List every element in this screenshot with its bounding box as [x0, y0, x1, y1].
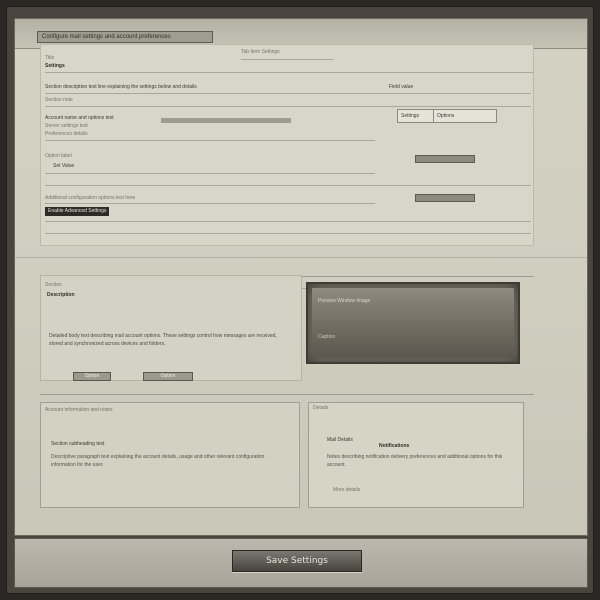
- panel-subtitle: Description: [47, 292, 75, 298]
- account-value-bar: [161, 118, 291, 123]
- settings-panel: Title Tab Item Settings Settings Section…: [40, 44, 534, 246]
- details-subtitle: Notifications: [379, 443, 410, 449]
- divider: [45, 173, 375, 174]
- options-field[interactable]: Options: [433, 109, 497, 123]
- divider: [15, 257, 587, 258]
- save-button[interactable]: Save Settings: [232, 550, 362, 572]
- section-note: Section note: [45, 97, 73, 103]
- option-toggle[interactable]: [415, 155, 475, 163]
- details-panel: Details Mail Details Notifications Notes…: [308, 402, 524, 508]
- account-info-subheading: Section subheading text: [51, 441, 105, 447]
- additional-config-label: Additional configuration options text he…: [45, 195, 136, 201]
- preview-caption: Caption: [318, 334, 336, 340]
- field-value-label: Field value: [389, 84, 414, 90]
- divider: [45, 221, 531, 222]
- preview-title: Preview Window Image: [318, 298, 371, 304]
- details-title: Mail Details: [327, 437, 353, 443]
- divider: [45, 140, 375, 141]
- section-title: Settings: [45, 63, 65, 69]
- set-value-text: Set Value: [53, 163, 75, 169]
- details-foot[interactable]: More details: [333, 487, 403, 493]
- option-label: Option label: [45, 153, 72, 159]
- divider: [45, 185, 531, 186]
- preview-image: Preview Window Image Caption: [312, 288, 514, 358]
- account-info-panel: Account information and notes Section su…: [40, 402, 300, 508]
- panel-header-small: Title: [45, 55, 55, 61]
- divider: [45, 106, 531, 107]
- details-body: Notes describing notification delivery p…: [327, 454, 503, 468]
- divider: [45, 203, 375, 204]
- panel-header-tabs[interactable]: Tab Item Settings: [241, 49, 361, 55]
- preferences-label: Preferences details: [45, 131, 88, 137]
- panel-title: Section: [45, 282, 62, 288]
- description-panel: Section Description Detailed body text d…: [40, 275, 302, 381]
- divider: [40, 394, 534, 395]
- divider: [45, 72, 533, 73]
- account-info-heading: Account information and notes: [45, 407, 113, 413]
- advanced-settings-button[interactable]: Enable Advanced Settings: [45, 207, 110, 216]
- server-settings-label: Server settings text: [45, 123, 88, 129]
- account-info-body: Descriptive paragraph text explaining th…: [51, 454, 265, 468]
- divider: [45, 233, 531, 234]
- config-toggle[interactable]: [415, 194, 475, 202]
- details-heading: Details: [313, 405, 329, 411]
- option-button-a[interactable]: Option: [73, 372, 111, 381]
- account-label: Account name and options text: [45, 115, 114, 121]
- option-button-b[interactable]: Option: [143, 372, 193, 381]
- divider: [45, 93, 531, 94]
- section-description: Section description text line explaining…: [45, 84, 197, 90]
- preview-window: Preview Window Image Caption: [306, 282, 520, 364]
- divider: [241, 59, 333, 60]
- panel-body: Detailed body text describing mail accou…: [49, 333, 277, 347]
- address-field[interactable]: Configure mail settings and account pref…: [37, 31, 213, 43]
